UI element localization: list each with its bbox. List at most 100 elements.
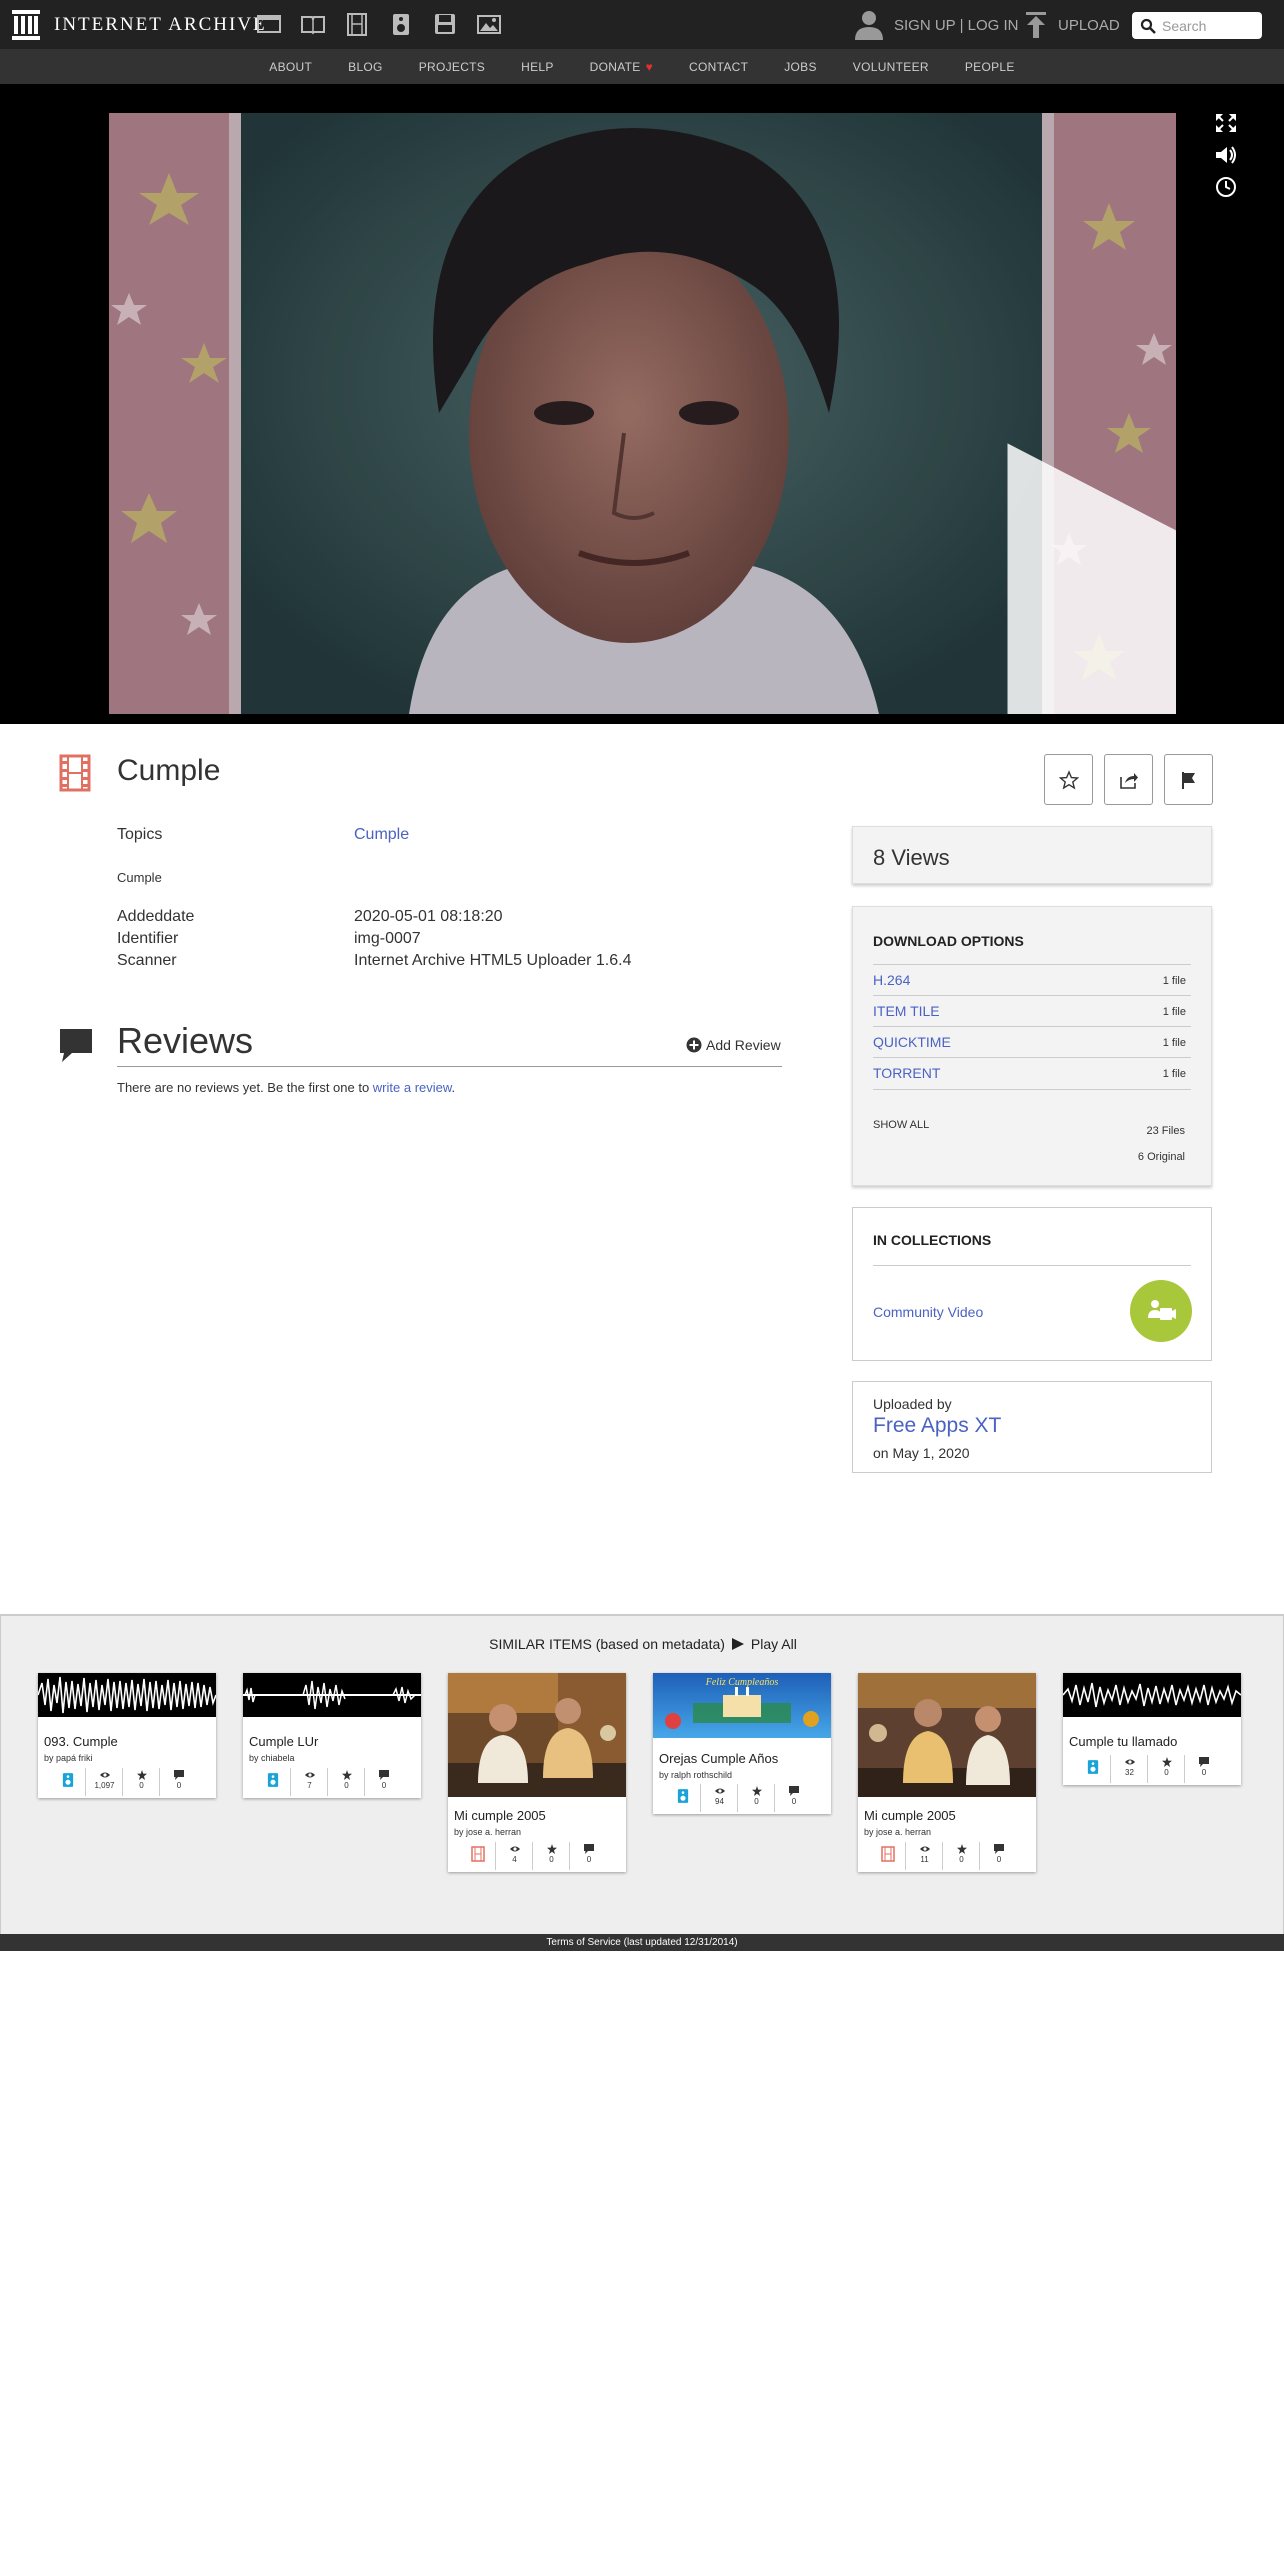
tile-thumbnail[interactable]: Feliz Cumpleaños	[653, 1673, 831, 1738]
comment-icon	[1199, 1757, 1209, 1767]
clock-icon[interactable]	[1214, 176, 1242, 197]
meta-topics-link[interactable]: Cumple	[354, 826, 409, 844]
tile-reviews-count: 0	[996, 1855, 1002, 1864]
collection-badge[interactable]	[1130, 1280, 1192, 1342]
software-icon[interactable]	[432, 12, 458, 36]
similar-items-title: SIMILAR ITEMS (based on metadata)	[489, 1636, 725, 1652]
tile-favorites: 0	[944, 1842, 980, 1870]
media-type-icons	[256, 12, 502, 36]
tile-thumbnail[interactable]	[38, 1673, 216, 1717]
sign-up-link[interactable]: SIGN UP	[894, 17, 955, 34]
download-quicktime-link[interactable]: QUICKTIME	[873, 1034, 951, 1050]
nav-contact[interactable]: CONTACT	[671, 60, 766, 74]
similar-item-tile[interactable]: Cumple LUr by chiabela 7 0 0	[243, 1673, 421, 1798]
tile-views-count: 11	[920, 1855, 929, 1864]
similar-item-tile[interactable]: Feliz Cumpleaños Orejas Cumple Años by r…	[653, 1673, 831, 1814]
similar-item-tile[interactable]: 093. Cumple by papá friki 1,097 0 0	[38, 1673, 216, 1798]
tile-media-type	[870, 1842, 906, 1870]
tile-views: 4	[497, 1842, 533, 1870]
audio-icon[interactable]	[388, 12, 414, 36]
star-icon	[1161, 1757, 1172, 1767]
no-reviews-message: There are no reviews yet. Be the first o…	[117, 1080, 373, 1095]
similar-item-tile[interactable]: Mi cumple 2005 by jose a. herran 4 0 0	[448, 1673, 626, 1872]
play-all-link[interactable]: Play All	[751, 1636, 797, 1652]
volume-icon[interactable]	[1214, 144, 1242, 164]
user-menu[interactable]	[852, 8, 886, 42]
meta-identifier-value: img-0007	[354, 930, 421, 947]
share-button[interactable]	[1104, 754, 1153, 805]
tile-thumbnail[interactable]	[243, 1673, 421, 1717]
add-review-button[interactable]: Add Review	[686, 1037, 781, 1053]
similar-item-tile[interactable]: Cumple tu llamado 32 0 0	[1063, 1673, 1241, 1785]
meta-scanner-value: Internet Archive HTML5 Uploader 1.6.4	[354, 952, 632, 969]
tile-favorites-count: 0	[549, 1855, 554, 1864]
texts-icon[interactable]	[300, 12, 326, 36]
download-h264[interactable]: H.264 1 file	[873, 964, 1191, 995]
tile-media-type	[50, 1768, 86, 1796]
tile-thumbnail[interactable]	[448, 1673, 626, 1797]
eye-icon	[509, 1846, 520, 1852]
log-in-link[interactable]: LOG IN	[968, 17, 1019, 34]
download-h264-link[interactable]: H.264	[873, 972, 910, 988]
tile-thumbnail[interactable]	[858, 1673, 1036, 1797]
search-input[interactable]	[1162, 17, 1258, 34]
meta-identifier-key: Identifier	[117, 930, 179, 947]
favorite-button[interactable]	[1044, 754, 1093, 805]
tile-title[interactable]: Cumple LUr	[249, 1734, 318, 1749]
flag-button[interactable]	[1164, 754, 1213, 805]
nav-projects[interactable]: PROJECTS	[401, 60, 503, 74]
download-item-tile[interactable]: ITEM TILE 1 file	[873, 995, 1191, 1026]
meta-scanner-key: Scanner	[117, 952, 177, 969]
tile-stats: 1,097 0 0	[38, 1768, 216, 1796]
nav-help[interactable]: HELP	[503, 60, 572, 74]
play-icon[interactable]	[723, 409, 1176, 714]
nav-people[interactable]: PEOPLE	[947, 60, 1033, 74]
download-item-tile-link[interactable]: ITEM TILE	[873, 1003, 940, 1019]
download-torrent[interactable]: TORRENT 1 file	[873, 1057, 1191, 1088]
video-icon[interactable]	[344, 12, 370, 36]
web-icon[interactable]	[256, 12, 282, 36]
eye-icon	[304, 1772, 315, 1778]
tile-thumbnail[interactable]	[1063, 1673, 1241, 1717]
tile-title[interactable]: Orejas Cumple Años	[659, 1751, 778, 1766]
show-all-link[interactable]: SHOW ALL	[873, 1119, 929, 1131]
waveform-thumbnail	[38, 1673, 216, 1717]
tile-favorites-count: 0	[754, 1797, 759, 1806]
tile-title[interactable]: Mi cumple 2005	[454, 1808, 546, 1823]
eye-icon	[99, 1772, 110, 1778]
tile-views: 94	[702, 1784, 738, 1812]
terms-of-service-link[interactable]: Terms of Service (last updated 12/31/201…	[546, 1937, 737, 1948]
nav-donate[interactable]: DONATE ♥	[572, 60, 671, 74]
video-frame[interactable]	[109, 113, 1176, 714]
write-review-link[interactable]: write a review	[373, 1080, 452, 1095]
similar-item-tile[interactable]: Mi cumple 2005 by jose a. herran 11 0 0	[858, 1673, 1036, 1872]
download-torrent-link[interactable]: TORRENT	[873, 1065, 940, 1081]
tile-title[interactable]: 093. Cumple	[44, 1734, 118, 1749]
comment-icon	[584, 1844, 594, 1854]
collection-link[interactable]: Community Video	[873, 1304, 983, 1320]
download-quicktime[interactable]: QUICKTIME 1 file	[873, 1026, 1191, 1057]
nav-jobs[interactable]: JOBS	[766, 60, 835, 74]
tile-views: 32	[1112, 1755, 1148, 1783]
images-icon[interactable]	[476, 12, 502, 36]
tile-views: 1,097	[87, 1768, 123, 1796]
video-player	[0, 84, 1284, 724]
tile-reviews: 0	[161, 1768, 197, 1796]
upload-button[interactable]: UPLOAD	[1024, 12, 1120, 38]
search-icon	[1140, 18, 1156, 34]
add-review-label: Add Review	[706, 1037, 781, 1053]
footer: Terms of Service (last updated 12/31/201…	[0, 1934, 1284, 1951]
play-all-icon[interactable]	[731, 1637, 745, 1651]
internet-archive-logo[interactable]: INTERNET ARCHIVE	[12, 10, 267, 40]
fullscreen-icon[interactable]	[1214, 112, 1242, 132]
uploader-link[interactable]: Free Apps XT	[873, 1414, 1001, 1438]
meta-addeddate-value: 2020-05-01 08:18:20	[354, 908, 503, 925]
nav-volunteer[interactable]: VOLUNTEER	[835, 60, 947, 74]
nav-about[interactable]: ABOUT	[251, 60, 330, 74]
download-options: DOWNLOAD OPTIONS H.264 1 file ITEM TILE …	[852, 906, 1212, 1186]
tile-title[interactable]: Cumple tu llamado	[1069, 1734, 1177, 1749]
nav-blog[interactable]: BLOG	[330, 60, 401, 74]
reviews-title: Reviews	[117, 1020, 254, 1061]
tile-title[interactable]: Mi cumple 2005	[864, 1808, 956, 1823]
tile-reviews: 0	[981, 1842, 1017, 1870]
